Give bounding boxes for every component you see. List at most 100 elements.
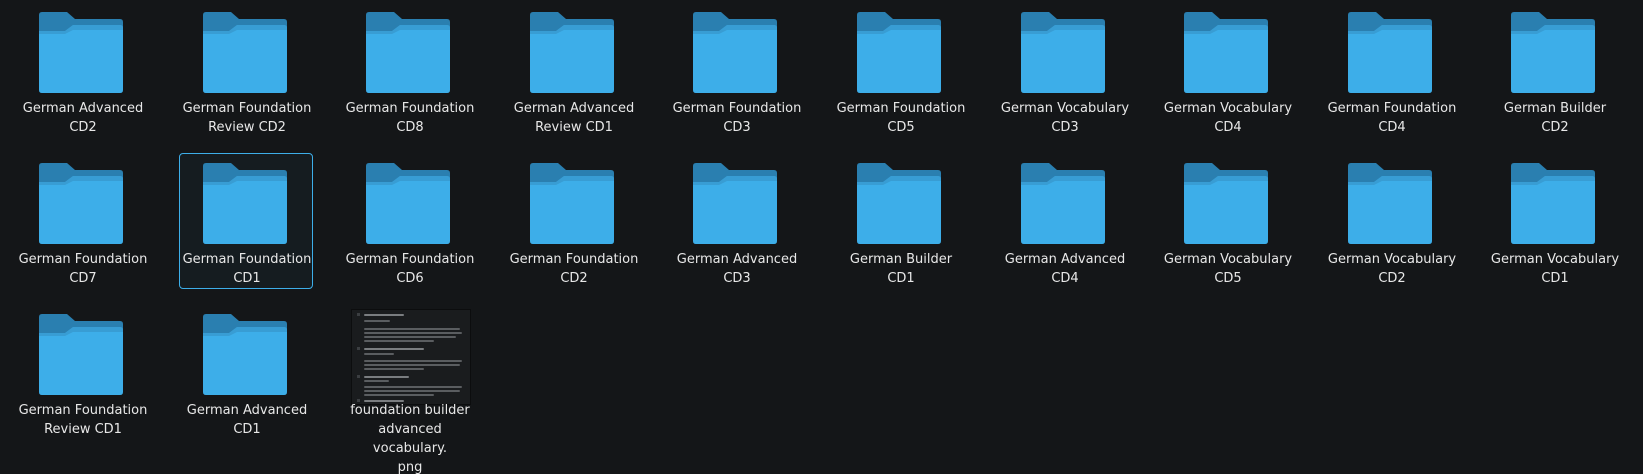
folder-item[interactable]: German Builder CD1 [833,153,967,289]
folder-item[interactable]: German Foundation CD2 [506,153,640,289]
folder-icon [39,314,123,395]
folder-icon [857,12,941,93]
folder-item[interactable]: German Vocabulary CD3 [997,2,1131,138]
item-label: German Foundation CD5 [835,99,967,137]
item-label-line: Review CD1 [44,422,122,437]
folder-item[interactable]: German Advanced CD1 [179,304,313,440]
folder-item[interactable]: German Foundation CD4 [1324,2,1458,138]
item-label-line: CD5 [1214,271,1242,286]
item-label-line: German Advanced [22,101,144,116]
folder-item[interactable]: German Vocabulary CD5 [1160,153,1294,289]
thumbnail-text-line [364,380,389,382]
item-label-line: CD8 [396,120,424,135]
folder-item[interactable]: German Foundation Review CD1 [15,304,149,440]
thumbnail-text-line [364,360,462,362]
folder-item[interactable]: German Foundation CD3 [669,2,803,138]
item-label-line: German Vocabulary [1490,252,1620,267]
item-label: German Builder CD1 [835,250,967,288]
item-label-line: CD1 [233,271,261,286]
item-label-line: advanced vocabulary. [372,422,448,456]
item-label-line: German Foundation [1327,101,1457,116]
folder-item[interactable]: German Foundation CD6 [342,153,476,289]
folder-icon [1021,12,1105,93]
folder-item[interactable]: German Advanced Review CD1 [506,2,640,138]
folder-item[interactable]: German Foundation CD7 [15,153,149,289]
item-label: German Foundation CD2 [508,250,640,288]
item-label-line: CD6 [396,271,424,286]
folder-item[interactable]: German Foundation CD8 [342,2,476,138]
item-label-line: German Vocabulary [1163,252,1293,267]
item-label-line: CD2 [69,120,97,135]
folder-item[interactable]: German Foundation CD5 [833,2,967,138]
item-label: German Vocabulary CD1 [1489,250,1621,288]
item-label-line: CD4 [1051,271,1079,286]
item-label-line: German Builder CD2 [1503,101,1607,135]
item-label-line: German Foundation [18,403,148,418]
folder-icon [693,163,777,244]
folder-icon [1511,163,1595,244]
item-label-line: CD3 [723,120,751,135]
item-label: German Advanced CD2 [17,99,149,137]
item-label: German Foundation Review CD2 [181,99,313,137]
item-label: German Advanced Review CD1 [508,99,640,137]
thumbnail-text-line [364,314,404,316]
folder-icon [366,163,450,244]
item-label: German Vocabulary CD4 [1162,99,1294,137]
item-label-line: CD2 [560,271,588,286]
thumbnail-text-line [364,332,462,334]
folder-icon [693,12,777,93]
item-label-line: German Foundation [345,101,475,116]
item-label: German Advanced CD3 [671,250,803,288]
item-label-line: CD4 [1378,120,1406,135]
item-label-line: German Advanced [186,403,308,418]
item-label-line: CD1 [233,422,261,437]
file-item[interactable]: foundation builder advanced vocabulary. pn… [342,304,476,474]
item-label-line: CD5 [887,120,915,135]
folder-item[interactable]: German Advanced CD2 [15,2,149,138]
item-label-line: German Foundation [345,252,475,267]
item-label: German Foundation CD8 [344,99,476,137]
item-label: German Vocabulary CD5 [1162,250,1294,288]
item-label-line: CD4 [1214,120,1242,135]
item-label-line: German Advanced [676,252,798,267]
item-label: German Foundation CD1 [181,250,313,288]
item-label-line: CD3 [723,271,751,286]
folder-item[interactable]: German Vocabulary CD4 [1160,2,1294,138]
folder-icon [1021,163,1105,244]
item-label: German Builder CD2 [1489,99,1621,137]
item-label-line: Review CD2 [208,120,286,135]
folder-icon [1511,12,1595,93]
item-label-line: CD2 [1378,271,1406,286]
folder-item[interactable]: German Advanced CD4 [997,153,1131,289]
folder-item[interactable]: German Foundation Review CD2 [179,2,313,138]
folder-item[interactable]: German Foundation CD1 [179,153,313,289]
item-label-line: German Advanced [513,101,635,116]
folder-item[interactable]: German Advanced CD3 [669,153,803,289]
folder-item[interactable]: German Vocabulary CD2 [1324,153,1458,289]
item-label-line: German Foundation [836,101,966,116]
thumbnail-text-line [364,394,434,396]
item-label-line: German Foundation [182,252,312,267]
thumbnail-text-line [364,328,460,330]
item-label: German Foundation CD6 [344,250,476,288]
thumbnail-text-line [364,364,460,366]
thumbnail-bullet [357,375,360,378]
item-label: German Foundation Review CD1 [17,401,149,439]
folder-item[interactable]: German Vocabulary CD1 [1487,153,1621,289]
item-label-line: German Foundation [18,252,148,267]
folder-icon [366,12,450,93]
item-label-line: CD3 [1051,120,1079,135]
thumbnail-text-line [364,386,462,388]
item-label-line: CD1 [1541,271,1569,286]
folder-icon [203,314,287,395]
item-label-line: CD7 [69,271,97,286]
item-label: German Foundation CD7 [17,250,149,288]
folder-icon [39,12,123,93]
folder-icon [530,12,614,93]
thumbnail-bullet [357,347,360,350]
item-label: German Vocabulary CD2 [1326,250,1458,288]
thumbnail-bullet [357,313,360,316]
folder-item[interactable]: German Builder CD2 [1487,2,1621,138]
thumbnail-text-line [364,336,456,338]
item-label-line: German Vocabulary [1163,101,1293,116]
